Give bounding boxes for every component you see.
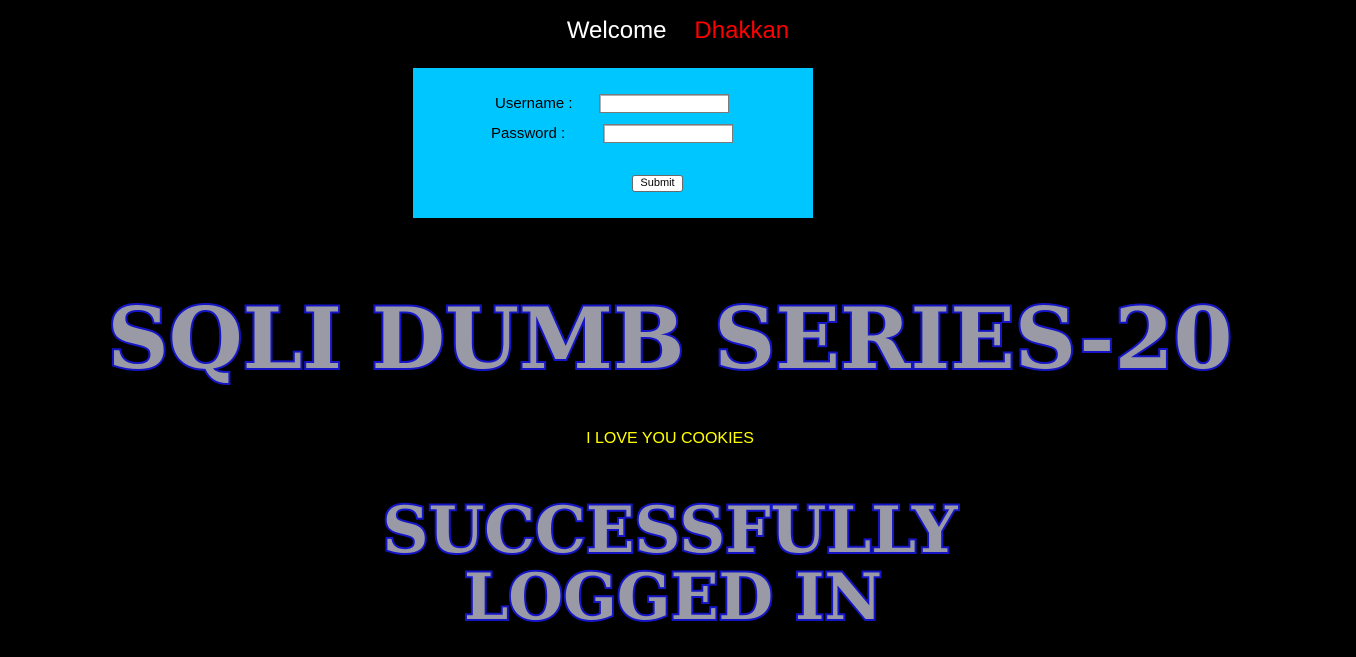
submit-button[interactable]: Submit bbox=[632, 175, 683, 192]
series-title-text: SQLI DUMB SERIES-20 bbox=[108, 289, 1233, 388]
username-label: Username : bbox=[495, 95, 573, 112]
welcome-text: Welcome bbox=[566, 17, 667, 44]
username-display: Dhakkan bbox=[694, 17, 790, 44]
password-input[interactable] bbox=[603, 124, 733, 143]
series-title-banner: SQLI DUMB SERIES-20 bbox=[106, 287, 1235, 390]
success-line-1: SUCCESSFULLY bbox=[383, 493, 959, 568]
page: Welcome Dhakkan Username : Password : Sub… bbox=[0, 0, 1356, 657]
login-success-banner: SUCCESSFULLY LOGGED IN bbox=[381, 491, 961, 637]
cookie-message: I LOVE YOU COOKIES bbox=[586, 430, 754, 447]
username-input[interactable] bbox=[599, 94, 729, 113]
welcome-header: Welcome Dhakkan bbox=[0, 15, 1356, 47]
login-form: Username : Password : Submit bbox=[413, 68, 813, 218]
success-line-2: LOGGED IN bbox=[464, 560, 882, 635]
password-label: Password : bbox=[491, 125, 566, 142]
